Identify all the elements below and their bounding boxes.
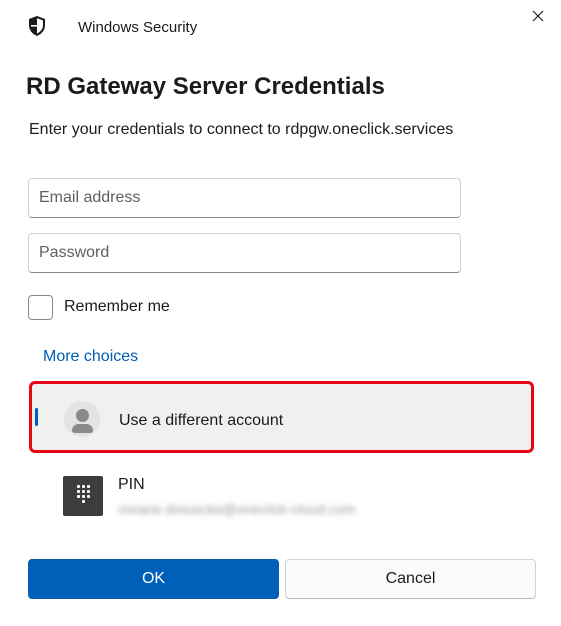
email-field[interactable]: [28, 178, 461, 218]
app-title: Windows Security: [78, 19, 198, 36]
ok-button[interactable]: OK: [28, 559, 279, 599]
selection-indicator: [35, 408, 38, 426]
account-option-label: Use a different account: [119, 412, 284, 429]
shield-icon: [27, 15, 47, 37]
use-different-account-option[interactable]: Use a different account: [29, 381, 534, 453]
remember-me-checkbox[interactable]: [28, 295, 53, 320]
password-field[interactable]: [28, 233, 461, 273]
person-icon: [64, 401, 100, 437]
pin-option[interactable]: PIN viviane.dreuscke@oneclick-cloud.com: [29, 465, 534, 525]
more-choices-link[interactable]: More choices: [43, 348, 138, 366]
keypad-icon: [63, 476, 103, 516]
page-title: RD Gateway Server Credentials: [26, 73, 385, 100]
cancel-button[interactable]: Cancel: [285, 559, 536, 599]
close-icon: [532, 9, 544, 27]
pin-account-email: viviane.dreuscke@oneclick-cloud.com: [118, 501, 356, 517]
dialog-description: Enter your credentials to connect to rdp…: [29, 121, 454, 138]
title-bar: Windows Security: [0, 0, 561, 56]
remember-me-label[interactable]: Remember me: [64, 298, 170, 316]
close-button[interactable]: [522, 4, 554, 32]
pin-option-label: PIN: [118, 476, 145, 493]
